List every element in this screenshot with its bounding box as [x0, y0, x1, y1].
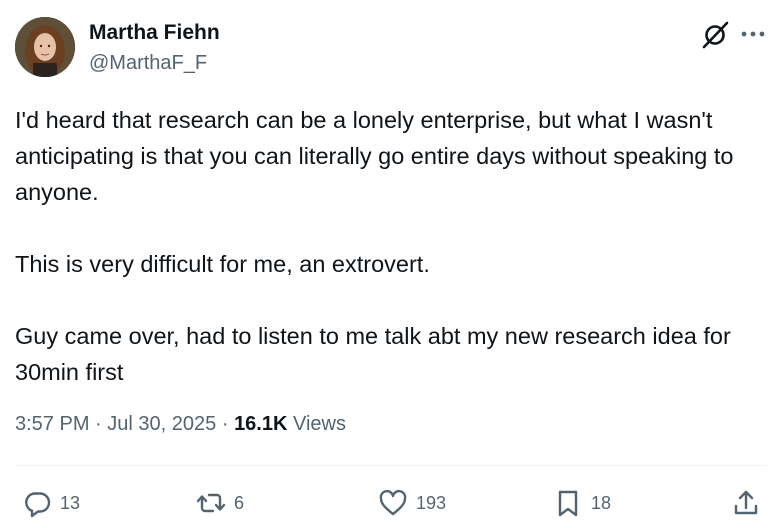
like-button[interactable]: 193: [378, 487, 446, 519]
repost-count: 6: [234, 492, 245, 513]
reply-icon: [25, 492, 51, 518]
repost-button[interactable]: 6: [196, 487, 244, 519]
meta-separator: ·: [221, 413, 229, 435]
avatar-image: [15, 17, 75, 77]
grok-icon[interactable]: [700, 20, 730, 50]
reply-count: 13: [60, 492, 81, 513]
tweet-paragraph: I'd heard that research can be a lonely …: [15, 107, 734, 205]
author-name[interactable]: Martha Fiehn: [89, 21, 220, 45]
views-count: 16.1K: [234, 413, 288, 435]
tweet-time[interactable]: 3:57 PM: [15, 413, 89, 435]
like-count: 193: [416, 492, 447, 513]
bookmark-button[interactable]: 18: [553, 487, 611, 519]
like-icon: [379, 489, 407, 516]
author-handle[interactable]: @MarthaF_F: [89, 52, 207, 75]
views-label: Views: [293, 413, 346, 435]
reply-button[interactable]: 13: [22, 487, 80, 519]
tweet-meta: 3:57 PM · Jul 30, 2025 · 16.1K Views: [15, 413, 346, 436]
tweet-text: I'd heard that research can be a lonely …: [15, 102, 770, 390]
bookmark-icon: [558, 490, 578, 517]
tweet-date[interactable]: Jul 30, 2025: [107, 413, 216, 435]
share-button[interactable]: [731, 487, 761, 519]
tweet-card: Martha Fiehn @MarthaF_F I'd heard that r…: [0, 0, 775, 528]
avatar[interactable]: [15, 17, 75, 77]
tweet-paragraph: This is very difficult for me, an extrov…: [15, 251, 430, 277]
tweet-paragraph: Guy came over, had to listen to me talk …: [15, 323, 731, 385]
meta-separator: ·: [95, 413, 102, 435]
divider: [15, 465, 767, 466]
more-icon[interactable]: [739, 22, 767, 46]
repost-icon: [196, 493, 226, 513]
bookmark-count: 18: [591, 492, 612, 513]
share-icon: [734, 490, 758, 515]
